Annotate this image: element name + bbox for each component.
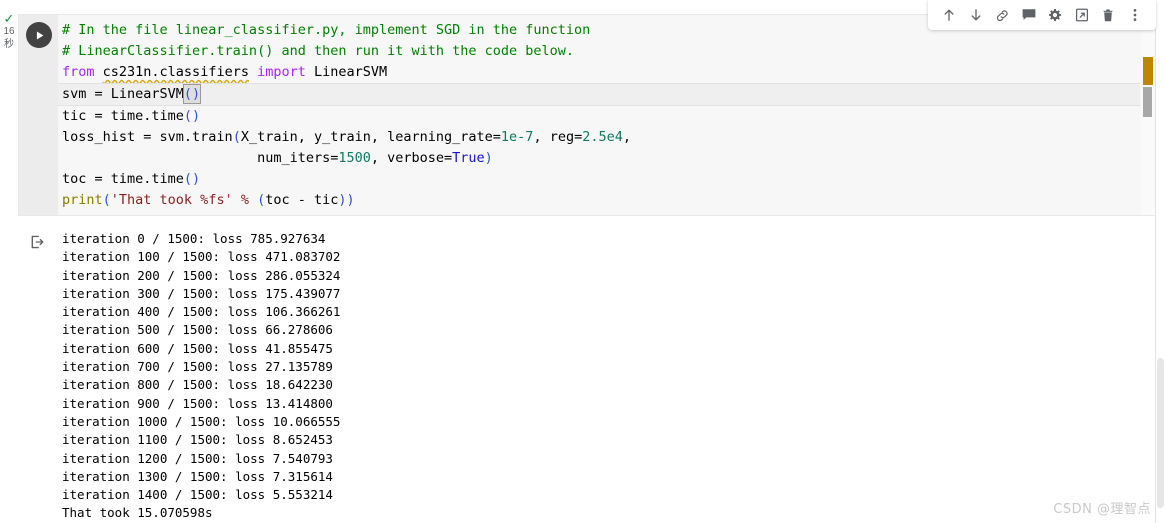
code-token: tic = time.time <box>62 108 184 124</box>
output-line: iteration 600 / 1500: loss 41.855475 <box>62 340 333 356</box>
output-line: iteration 0 / 1500: loss 785.927634 <box>62 231 326 246</box>
code-token: () <box>183 108 201 124</box>
code-scroll-rail[interactable] <box>1141 15 1155 215</box>
code-line[interactable]: loss_hist = svm.train(X_train, y_train, … <box>58 127 1155 148</box>
code-token: , reg= <box>533 129 583 145</box>
more-options-icon[interactable] <box>1124 4 1146 26</box>
output-stream-icon <box>28 233 46 251</box>
output-line: iteration 1100 / 1500: loss 8.652453 <box>62 432 333 448</box>
code-token: svm = LinearSVM <box>62 86 184 102</box>
code-token: ( <box>102 192 111 208</box>
code-token: True <box>452 150 485 166</box>
code-token: ) <box>484 150 493 166</box>
code-token: 2.5e4 <box>582 129 623 145</box>
code-line[interactable]: toc = time.time() <box>58 169 1155 190</box>
play-icon <box>36 30 43 40</box>
move-cell-down-icon[interactable] <box>965 4 987 26</box>
cell-toolbar <box>928 0 1156 30</box>
code-token: , <box>622 129 631 145</box>
page-right-divider <box>1155 0 1156 523</box>
code-line[interactable]: num_iters=1500, verbose=True) <box>58 148 1155 169</box>
output-line: That took 15.070598s <box>62 505 213 521</box>
output-line: iteration 300 / 1500: loss 175.439077 <box>62 285 341 301</box>
code-token: )) <box>338 192 355 208</box>
code-line[interactable]: svm = LinearSVM() <box>58 83 1140 106</box>
output-line: iteration 1400 / 1500: loss 5.553214 <box>62 487 333 503</box>
output-line: iteration 400 / 1500: loss 106.366261 <box>62 304 341 320</box>
csdn-watermark: CSDN @理智点 <box>1053 502 1151 517</box>
code-token: loss_hist = svm.train <box>62 129 233 145</box>
code-token: LinearSVM <box>305 64 388 80</box>
code-token: num_iters= <box>62 150 339 166</box>
code-line[interactable]: from cs231n.classifiers import LinearSVM <box>58 62 1155 83</box>
comment-icon[interactable] <box>1018 4 1040 26</box>
code-token: () <box>183 171 201 187</box>
code-token: from <box>62 64 95 80</box>
code-token: 1500 <box>338 150 371 166</box>
code-line[interactable]: # LinearClassifier.train() and then run … <box>58 41 1155 62</box>
code-token: () <box>182 84 202 104</box>
output-line: iteration 100 / 1500: loss 471.083702 <box>62 249 341 265</box>
code-token: import <box>257 64 306 80</box>
output-line: iteration 1300 / 1500: loss 7.315614 <box>62 468 333 484</box>
run-elapsed-value: 16 <box>3 26 15 37</box>
code-token: # In the file linear_classifier.py, impl… <box>62 22 591 38</box>
code-token: 'That took %fs' <box>110 192 233 208</box>
output-line: iteration 900 / 1500: loss 13.414800 <box>62 395 333 411</box>
link-to-cell-icon[interactable] <box>991 4 1013 26</box>
gear-icon[interactable] <box>1044 4 1066 26</box>
output-line: iteration 1000 / 1500: loss 10.066555 <box>62 413 341 429</box>
code-scrollbar-thumb[interactable] <box>1143 87 1152 117</box>
code-cell[interactable]: # In the file linear_classifier.py, impl… <box>18 14 1156 216</box>
output-text: iteration 0 / 1500: loss 785.927634 itera… <box>62 230 340 523</box>
code-token: X_train, y_train, learning_rate= <box>240 129 501 145</box>
output-line: iteration 200 / 1500: loss 286.055324 <box>62 267 341 283</box>
delete-cell-icon[interactable] <box>1097 4 1119 26</box>
output-line: iteration 1200 / 1500: loss 7.540793 <box>62 450 333 466</box>
code-token: # LinearClassifier.train() and then run … <box>62 43 575 59</box>
code-token: ( <box>232 129 241 145</box>
code-token: % <box>240 192 249 208</box>
output-line: iteration 800 / 1500: loss 18.642230 <box>62 377 333 393</box>
run-success-check-icon: ✓ <box>3 11 15 26</box>
code-token: cs231n.classifiers <box>102 64 249 80</box>
output-line: iteration 700 / 1500: loss 27.135789 <box>62 359 333 375</box>
cell-run-status: ✓ 16 秒 <box>0 12 18 51</box>
run-elapsed-unit: 秒 <box>4 39 14 50</box>
code-token: , verbose= <box>370 150 453 166</box>
code-annotation-marker <box>1143 57 1153 85</box>
code-token: toc = time.time <box>62 171 184 187</box>
code-cell-gutter <box>19 15 58 215</box>
code-line[interactable]: tic = time.time() <box>58 106 1155 127</box>
move-cell-up-icon[interactable] <box>938 4 960 26</box>
page-scrollbar-thumb[interactable] <box>1157 358 1164 508</box>
mirror-cell-icon[interactable] <box>1071 4 1093 26</box>
code-editor[interactable]: # In the file linear_classifier.py, impl… <box>58 15 1155 215</box>
run-cell-button[interactable] <box>26 22 52 48</box>
code-line[interactable]: print('That took %fs' % (toc - tic)) <box>58 190 1155 211</box>
code-token: 1e-7 <box>500 129 534 145</box>
code-token: toc - tic <box>265 192 339 208</box>
output-line: iteration 500 / 1500: loss 66.278606 <box>62 322 333 338</box>
code-token: print <box>62 192 103 208</box>
cell-output: iteration 0 / 1500: loss 785.927634 itera… <box>18 225 1156 520</box>
